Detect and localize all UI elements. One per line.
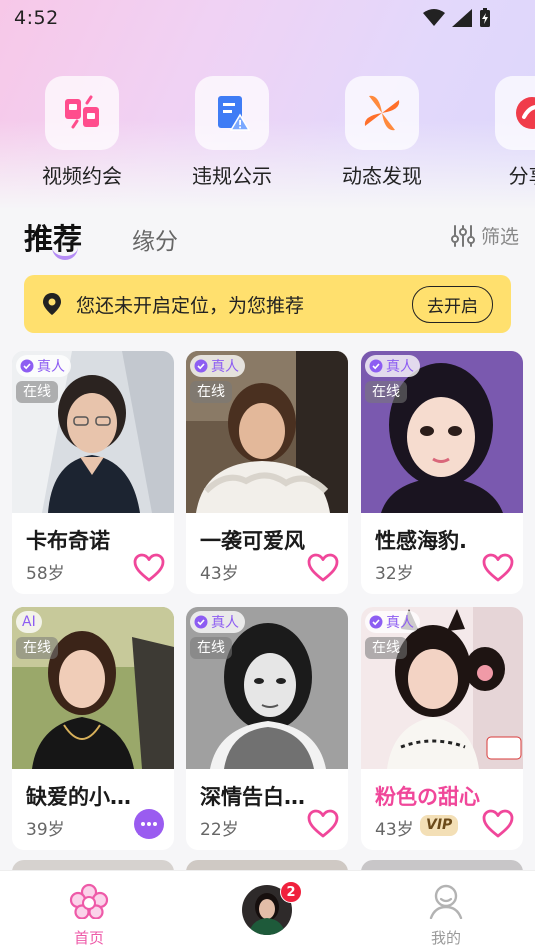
filter-button[interactable]: 筛选: [450, 222, 519, 249]
heart-icon[interactable]: [306, 551, 340, 585]
violation-notice-icon: [218, 96, 251, 131]
feed-tabs: 推荐 缘分 筛选: [24, 216, 519, 260]
profile-card[interactable]: 真人 在线 性感海豹. 32岁: [361, 351, 523, 594]
location-pin-icon: [43, 293, 61, 315]
profile-card[interactable]: 真人 在线 卡布奇诺 58岁: [12, 351, 174, 594]
flower-home-icon: [69, 883, 109, 920]
verified-icon: [369, 615, 383, 629]
profile-name: 卡布奇诺: [26, 529, 110, 553]
verified-real-badge: 真人: [190, 355, 245, 377]
quick-link-label: 动态发现: [342, 164, 422, 188]
badge-label: 真人: [386, 615, 414, 631]
quick-links-row: 视频约会 违规公示 动态发现 分: [0, 76, 535, 188]
profile-photo: 真人 在线: [186, 351, 348, 513]
quick-link-violation-notice[interactable]: 违规公示: [177, 76, 287, 188]
badge-label: 真人: [211, 359, 239, 375]
nav-mine-label: 我的: [430, 929, 461, 947]
heart-icon[interactable]: [481, 551, 515, 585]
location-banner: 您还未开启定位，为您推荐 去开启: [24, 275, 511, 333]
profile-name: 一袭可爱风: [200, 529, 305, 553]
online-badge: 在线: [16, 637, 58, 659]
filter-label: 筛选: [480, 226, 519, 248]
verified-real-badge: 真人: [365, 611, 420, 633]
quick-link-label: 分享/: [508, 164, 535, 188]
pinwheel-icon: [364, 95, 400, 131]
profile-person-icon: [429, 884, 463, 920]
nav-mine[interactable]: 我的: [401, 883, 491, 948]
video-date-icon: [65, 95, 99, 129]
online-badge: 在线: [190, 637, 232, 659]
profile-age: 32岁: [375, 564, 414, 584]
heart-icon[interactable]: [132, 551, 166, 585]
unread-count-badge: 2: [280, 881, 302, 903]
quick-link-video-date[interactable]: 视频约会: [27, 76, 137, 188]
vip-badge: VIP: [420, 815, 459, 836]
chat-bubble-icon[interactable]: [132, 807, 166, 841]
wifi-icon: [423, 9, 445, 26]
verified-real-badge: 真人: [365, 355, 420, 377]
quick-link-label: 违规公示: [192, 164, 272, 188]
profile-card[interactable]: AI 在线 缺爱的小雨... 39岁: [12, 607, 174, 850]
filter-sliders-icon: [450, 224, 475, 247]
profile-age: 43岁: [200, 564, 239, 584]
quick-tile: [195, 76, 269, 150]
badge-label: 真人: [37, 359, 65, 375]
heart-icon[interactable]: [481, 807, 515, 841]
profile-photo: 真人 在线: [12, 351, 174, 513]
quick-tile: [45, 76, 119, 150]
quick-tile: [495, 76, 535, 150]
profile-age: 58岁: [26, 564, 65, 584]
quick-link-label: 视频约会: [42, 164, 122, 188]
status-time: 4:52: [14, 7, 59, 29]
online-badge: 在线: [16, 381, 58, 403]
online-badge: 在线: [365, 381, 407, 403]
quick-tile: [345, 76, 419, 150]
tab-fate[interactable]: 缘分: [132, 222, 178, 256]
verified-real-badge: 真人: [16, 355, 71, 377]
profile-age: 22岁: [200, 820, 239, 840]
nav-home[interactable]: 首页: [44, 883, 134, 948]
quick-link-discover[interactable]: 动态发现: [327, 76, 437, 188]
profile-photo: 真人 在线: [361, 351, 523, 513]
profile-name: 粉色の甜心: [375, 785, 480, 809]
profile-card[interactable]: 真人 在线 深情告白给... 22岁: [186, 607, 348, 850]
heart-icon[interactable]: [306, 807, 340, 841]
status-bar: 4:52: [0, 0, 535, 36]
profile-photo: AI 在线: [12, 607, 174, 769]
badge-label: 真人: [211, 615, 239, 631]
online-badge: 在线: [365, 637, 407, 659]
profile-card[interactable]: 真人 在线 一袭可爱风 43岁: [186, 351, 348, 594]
verified-icon: [20, 359, 34, 373]
online-badge: 在线: [190, 381, 232, 403]
share-icon: [516, 97, 535, 129]
nav-home-label: 首页: [73, 929, 104, 947]
status-icons: [423, 8, 491, 28]
nav-messages[interactable]: 2: [242, 881, 302, 939]
battery-icon: [480, 8, 490, 27]
profile-name: 性感海豹.: [375, 529, 467, 553]
profile-name: 深情告白给...: [200, 785, 318, 809]
verified-real-badge: 真人: [190, 611, 245, 633]
profile-name: 缺爱的小雨...: [26, 785, 144, 809]
profile-photo: 真人 在线: [186, 607, 348, 769]
verified-icon: [194, 359, 208, 373]
bottom-nav: 首页 2 我的: [0, 870, 535, 951]
quick-link-share[interactable]: 分享/: [477, 76, 535, 188]
profile-card[interactable]: 真人 在线 粉色の甜心 43岁 VIP: [361, 607, 523, 850]
profile-age: 43岁: [375, 820, 414, 840]
ai-badge: AI: [16, 611, 42, 633]
enable-location-button[interactable]: 去开启: [412, 285, 493, 323]
badge-label: 真人: [386, 359, 414, 375]
location-banner-text: 您还未开启定位，为您推荐: [76, 294, 305, 317]
verified-icon: [369, 359, 383, 373]
profile-photo: 真人 在线: [361, 607, 523, 769]
profile-age: 39岁: [26, 820, 65, 840]
signal-icon: [452, 9, 472, 27]
verified-icon: [194, 615, 208, 629]
